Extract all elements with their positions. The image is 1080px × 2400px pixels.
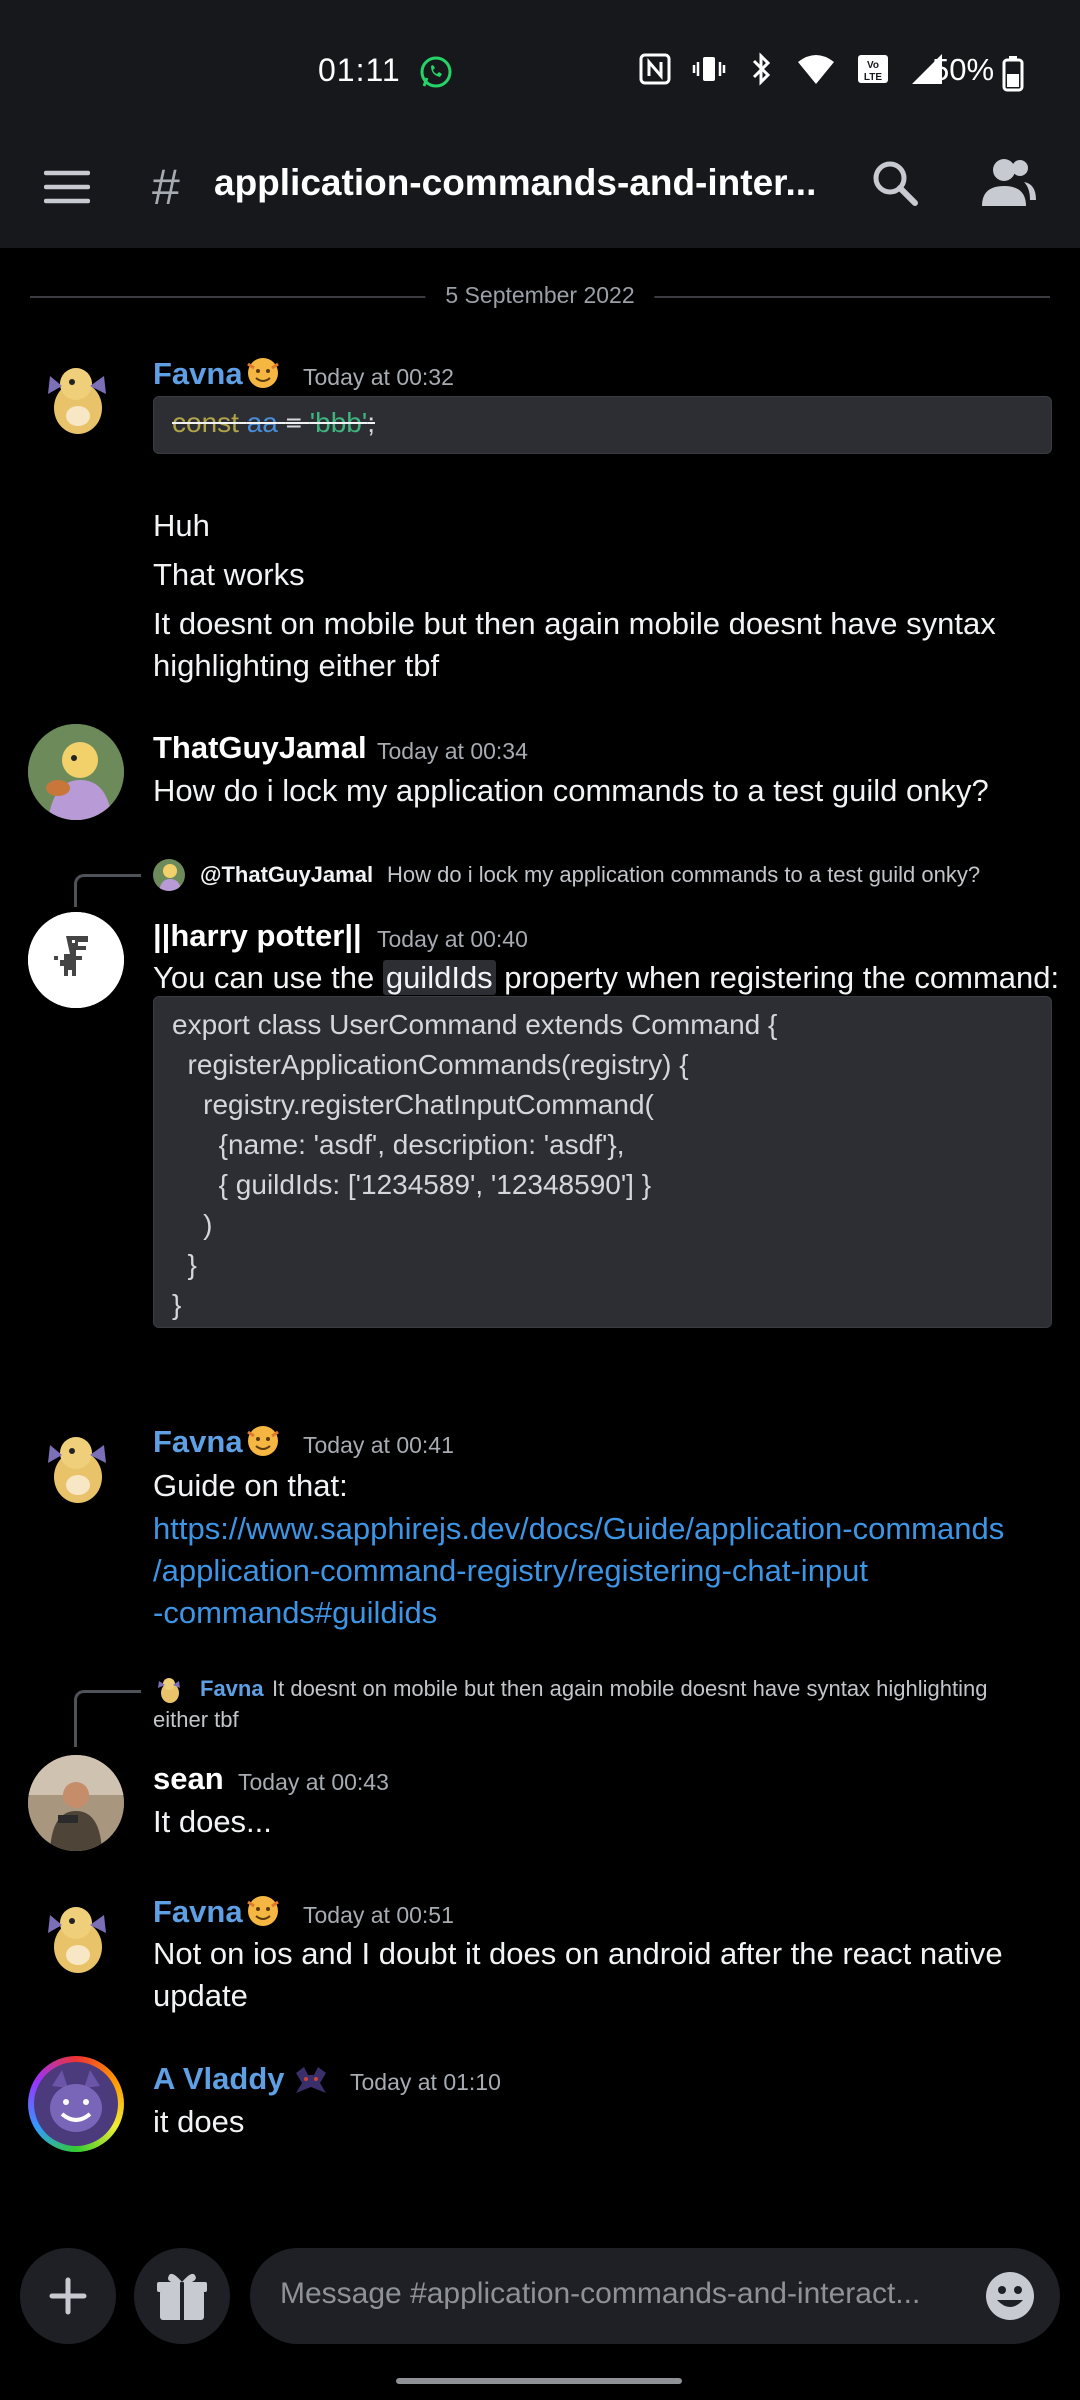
message-text: You can use the guildIds property when r… <box>153 960 1060 995</box>
channel-hash-icon: # <box>152 159 180 215</box>
timestamp: Today at 00:41 <box>303 1432 454 1458</box>
code-line: } <box>172 1289 182 1320</box>
reply-connector <box>74 874 141 907</box>
gift-button[interactable] <box>134 2248 230 2344</box>
code-line: {name: 'asdf', description: 'asdf'}, <box>172 1129 625 1160</box>
composer: Message #application-commands-and-intera… <box>0 2240 1080 2400</box>
message-text: It doesnt on mobile but then again mobil… <box>153 606 996 641</box>
add-attachment-button[interactable] <box>20 2248 116 2344</box>
emoji-badge-icon <box>247 358 279 388</box>
author-name[interactable]: sean <box>153 1761 224 1797</box>
plus-icon <box>49 2277 87 2315</box>
wifi-icon <box>798 55 834 84</box>
nfc-icon <box>639 53 671 85</box>
message-link[interactable]: /application-command-registry/registerin… <box>153 1550 868 1592</box>
avatar-harry-potter[interactable] <box>28 912 124 1008</box>
emoji-badge-icon <box>247 1896 279 1926</box>
members-icon[interactable] <box>980 156 1036 210</box>
message-text: highlighting either tbf <box>153 648 440 683</box>
menu-icon[interactable] <box>44 164 90 210</box>
message-link[interactable]: -commands#guildids <box>153 1592 437 1634</box>
message-text: Not on ios and I doubt it does on androi… <box>153 1936 1003 1971</box>
svg-text:Vo: Vo <box>867 60 879 71</box>
timestamp: Today at 00:32 <box>303 364 454 390</box>
reply-connector <box>74 1690 141 1747</box>
status-bar: 01:11 Vo LTE 50% <box>0 0 1080 140</box>
timestamp: Today at 00:34 <box>377 738 528 764</box>
timestamp: Today at 00:51 <box>303 1902 454 1928</box>
code-line: } <box>172 1249 197 1280</box>
emoji-picker-icon[interactable] <box>984 2270 1036 2322</box>
author-name[interactable]: Favna <box>153 356 243 392</box>
avatar-a-vladdy[interactable] <box>28 2056 124 2152</box>
author-name[interactable]: ThatGuyJamal <box>153 730 367 766</box>
code-line: registry.registerChatInputCommand( <box>172 1089 654 1120</box>
status-time: 01:11 <box>318 52 401 88</box>
code-line: ) <box>172 1209 213 1240</box>
avatar-sean[interactable] <box>28 1755 124 1851</box>
message-list[interactable]: 5 September 2022 Favna Today at 00:32 co… <box>0 248 1080 2240</box>
reply-preview[interactable]: It doesnt on mobile but then again mobil… <box>272 1673 987 1704</box>
reply-avatar <box>153 859 185 891</box>
channel-header: # application-commands-and-inter... <box>0 140 1080 248</box>
message-input-placeholder: Message #application-commands-and-intera… <box>280 2277 921 2310</box>
avatar-thatguyjamal[interactable] <box>28 724 124 820</box>
timestamp: Today at 00:40 <box>377 926 528 952</box>
search-icon[interactable] <box>870 158 920 208</box>
message-text: Huh <box>153 508 210 543</box>
timestamp: Today at 00:43 <box>238 1769 389 1795</box>
code-block[interactable]: const aa = 'bbb'; <box>153 396 1052 454</box>
inline-code: guildIds <box>382 960 496 995</box>
message-text: Guide on that: <box>153 1468 348 1503</box>
battery-percent: 50% <box>932 52 995 87</box>
code-block[interactable]: export class UserCommand extends Command… <box>153 996 1052 1328</box>
channel-title[interactable]: application-commands-and-inter... <box>214 162 816 204</box>
gift-icon <box>157 2273 207 2320</box>
reply-author[interactable]: Favna <box>200 1673 264 1704</box>
code-line: export class UserCommand extends Command… <box>172 1009 778 1040</box>
author-name[interactable]: Favna <box>153 1424 243 1460</box>
timestamp: Today at 01:10 <box>350 2069 501 2095</box>
whatsapp-notification-icon <box>420 56 452 88</box>
message-text: It does... <box>153 1804 272 1839</box>
message-text: it does <box>153 2104 245 2139</box>
battery-icon <box>1002 56 1024 92</box>
emoji-badge-icon <box>296 2067 326 2093</box>
reply-author[interactable]: @ThatGuyJamal <box>200 859 373 890</box>
bluetooth-icon <box>752 52 771 86</box>
reply-preview[interactable]: either tbf <box>153 1704 239 1735</box>
volte-icon: VoLTE <box>858 55 888 83</box>
message-text: How do i lock my application commands to… <box>153 773 989 808</box>
author-name[interactable]: A Vladdy <box>153 2061 285 2097</box>
avatar-favna[interactable] <box>28 1419 124 1515</box>
code-line: { guildIds: ['1234589', '12348590'] } <box>172 1169 652 1200</box>
reply-avatar <box>153 1673 185 1705</box>
message-text: That works <box>153 557 305 592</box>
top-bar: 01:11 Vo LTE 50% # application-commands-a… <box>0 0 1080 248</box>
emoji-badge-icon <box>247 1426 279 1456</box>
message-link[interactable]: https://www.sapphirejs.dev/docs/Guide/ap… <box>153 1508 1004 1550</box>
date-divider-label: 5 September 2022 <box>425 282 655 309</box>
avatar-favna[interactable] <box>28 350 124 446</box>
svg-text:LTE: LTE <box>864 72 882 83</box>
message-text: update <box>153 1978 248 2013</box>
message-input[interactable]: Message #application-commands-and-intera… <box>250 2248 1060 2344</box>
author-name[interactable]: ||harry potter|| <box>153 918 362 954</box>
reply-preview[interactable]: How do i lock my application commands to… <box>387 859 980 890</box>
vibrate-icon <box>692 57 726 81</box>
avatar-favna[interactable] <box>28 1889 124 1985</box>
status-icons: Vo LTE <box>638 52 944 86</box>
home-indicator[interactable] <box>396 2378 682 2384</box>
code-line: registerApplicationCommands(registry) { <box>172 1049 689 1080</box>
strikethrough-code: const aa = 'bbb'; <box>172 407 375 438</box>
author-name[interactable]: Favna <box>153 1894 243 1930</box>
